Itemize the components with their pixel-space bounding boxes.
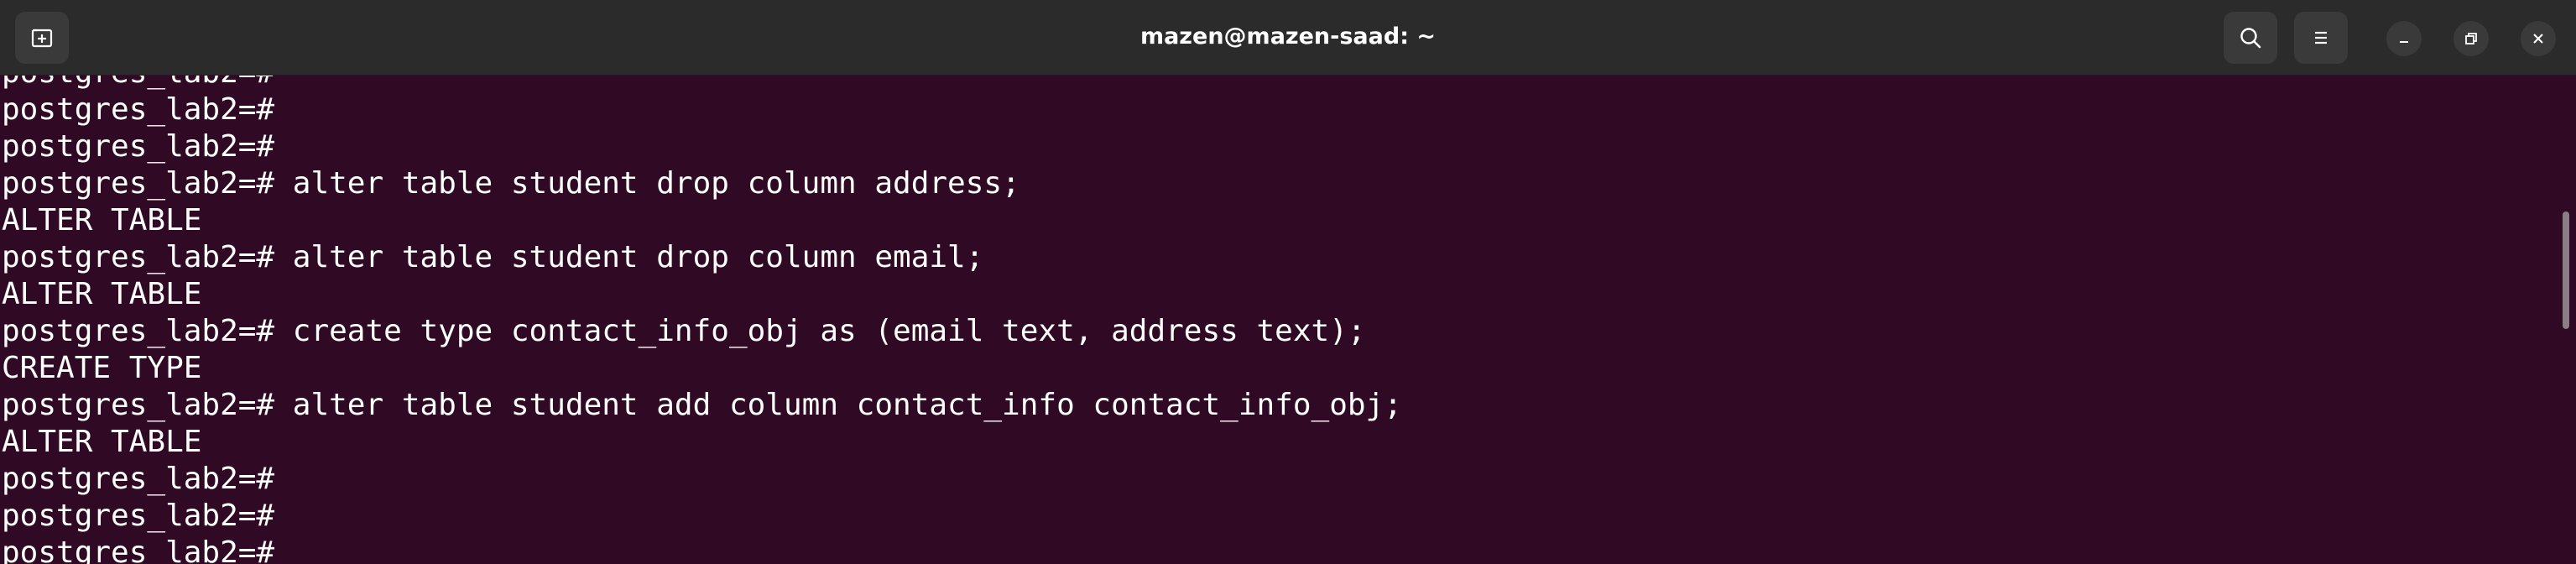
- terminal-line: postgres_lab2=#: [2, 92, 275, 127]
- terminal-line: postgres_lab2=#: [2, 499, 275, 533]
- terminal-lines: postgres_lab2=# postgres_lab2=# postgres…: [2, 76, 1402, 564]
- terminal-line: ALTER TABLE: [2, 277, 202, 311]
- scrollbar-thumb[interactable]: [2563, 212, 2569, 329]
- terminal-line: postgres_lab2=# alter table student drop…: [2, 166, 1020, 201]
- minimize-button[interactable]: [2386, 21, 2422, 56]
- window-title: mazen@mazen-saad: ~: [1139, 24, 1437, 50]
- close-icon: [2533, 34, 2543, 44]
- hamburger-menu-icon: [2315, 31, 2327, 44]
- maximize-button[interactable]: [2453, 21, 2489, 56]
- terminal-line: postgres_lab2=# create type contact_info…: [2, 314, 1366, 348]
- minimize-icon: [2400, 41, 2408, 43]
- search-button[interactable]: [2224, 12, 2277, 64]
- search-icon: [2240, 28, 2261, 49]
- menu-button[interactable]: [2294, 12, 2348, 64]
- terminal-output[interactable]: postgres_lab2=# postgres_lab2=# postgres…: [0, 76, 2559, 564]
- terminal-line: ALTER TABLE: [2, 203, 202, 238]
- titlebar: mazen@mazen-saad: ~: [0, 0, 2576, 76]
- terminal-line: ALTER TABLE: [2, 425, 202, 459]
- terminal-line: postgres_lab2=#: [2, 76, 1402, 91]
- terminal-line: postgres_lab2=# alter table student drop…: [2, 240, 984, 274]
- terminal-line: postgres_lab2=#: [2, 129, 275, 164]
- terminal-line: postgres_lab2=#: [2, 535, 275, 564]
- maximize-icon: [2465, 33, 2477, 44]
- close-button[interactable]: [2521, 21, 2556, 56]
- terminal-line: postgres_lab2=#: [2, 462, 275, 496]
- terminal-line: CREATE TYPE: [2, 351, 202, 385]
- terminal-window: mazen@mazen-saad: ~ postgres_lab2=# post…: [0, 0, 2576, 564]
- terminal-line: postgres_lab2=# alter table student add …: [2, 388, 1402, 422]
